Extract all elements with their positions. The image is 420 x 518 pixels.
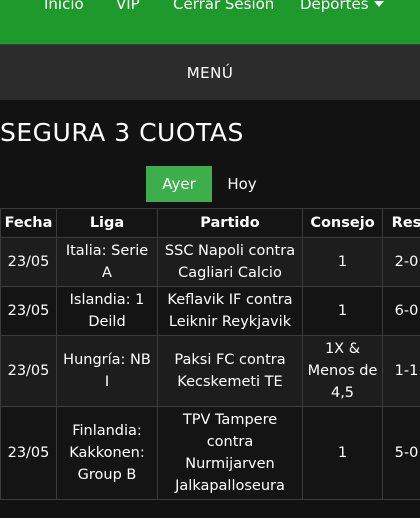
nav-link-inicio[interactable]: Inicio xyxy=(44,0,84,14)
cell-consejo: 1X & Menos de 4,5 xyxy=(302,335,383,407)
menu-label: MENÚ xyxy=(186,63,234,82)
column-header-fecha: Fecha xyxy=(0,208,57,238)
cell-liga: Finlandia: Kakkonen: Group B xyxy=(56,406,158,500)
menu-toggle[interactable]: MENÚ xyxy=(0,44,420,100)
cell-partido: TPV Tampere contra Nurmijarven Jalkapall… xyxy=(157,406,303,500)
page-title: SEGURA 3 CUOTAS xyxy=(0,118,244,147)
cell-consejo: 1 xyxy=(302,286,383,336)
cell-resultado: 1-1 xyxy=(382,335,420,407)
nav-dropdown-label: Deportes xyxy=(300,0,369,13)
top-navigation: Inicio VIP Cerrar Sesión Deportes xyxy=(0,0,420,44)
caret-down-icon xyxy=(373,1,384,7)
cell-consejo: 1 xyxy=(302,406,383,500)
column-header-partido: Partido xyxy=(157,208,303,238)
cell-resultado: 6-0 xyxy=(382,286,420,336)
cell-consejo: 1 xyxy=(302,237,383,287)
nav-link-vip[interactable]: VIP xyxy=(116,0,140,14)
table-header-row: Fecha Liga Partido Consejo Res xyxy=(0,208,420,238)
tab-ayer[interactable]: Ayer xyxy=(146,166,212,202)
cell-resultado: 5-0 xyxy=(382,406,420,500)
column-header-consejo: Consejo xyxy=(302,208,383,238)
cell-resultado: 2-0 xyxy=(382,237,420,287)
column-header-liga: Liga xyxy=(56,208,158,238)
table-row: 23/05 Finlandia: Kakkonen: Group B TPV T… xyxy=(0,406,420,500)
cell-fecha: 23/05 xyxy=(0,335,57,407)
table-row: 23/05 Italia: Serie A SSC Napoli contra … xyxy=(0,237,420,287)
nav-link-cerrar-sesion[interactable]: Cerrar Sesión xyxy=(173,0,274,14)
cell-fecha: 23/05 xyxy=(0,237,57,287)
cell-liga: Islandia: 1 Deild xyxy=(56,286,158,336)
nav-dropdown-deportes[interactable]: Deportes xyxy=(300,0,384,14)
column-header-res: Res xyxy=(382,208,420,238)
cell-liga: Hungría: NB I xyxy=(56,335,158,407)
cell-partido: SSC Napoli contra Cagliari Calcio xyxy=(157,237,303,287)
table-row: 23/05 Hungría: NB I Paksi FC contra Kecs… xyxy=(0,335,420,407)
tips-table: Fecha Liga Partido Consejo Res 23/05 Ita… xyxy=(0,208,420,500)
cell-partido: Paksi FC contra Kecskemeti TE xyxy=(157,335,303,407)
cell-liga: Italia: Serie A xyxy=(56,237,158,287)
cell-fecha: 23/05 xyxy=(0,286,57,336)
cell-partido: Keflavik IF contra Leiknir Reykjavik xyxy=(157,286,303,336)
tab-hoy[interactable]: Hoy xyxy=(212,166,272,202)
table-row: 23/05 Islandia: 1 Deild Keflavik IF cont… xyxy=(0,286,420,336)
cell-fecha: 23/05 xyxy=(0,406,57,500)
day-tabs: Ayer Hoy xyxy=(146,166,272,202)
